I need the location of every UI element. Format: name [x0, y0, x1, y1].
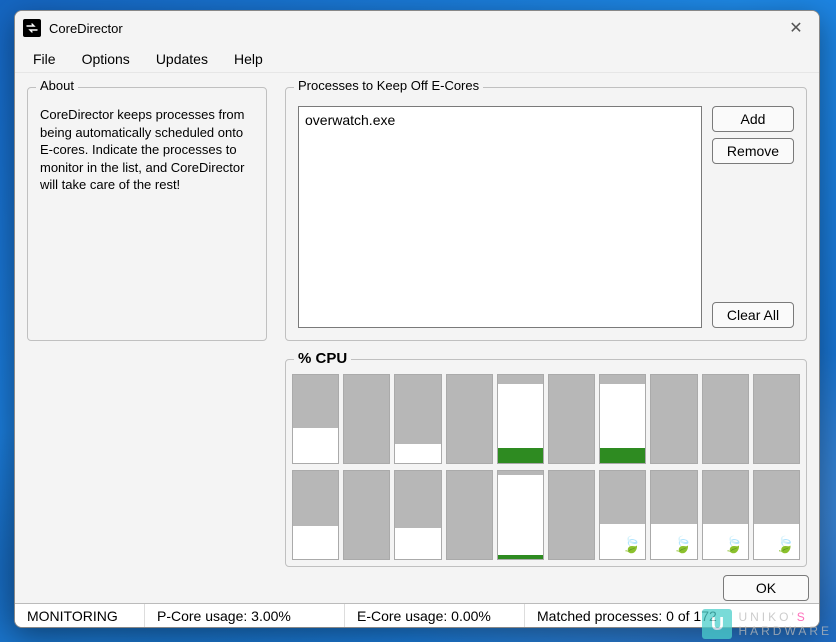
menu-updates[interactable]: Updates [144, 47, 220, 71]
core-cell-ecore: 🍃 [599, 470, 646, 560]
clear-all-button[interactable]: Clear All [712, 302, 794, 328]
core-cell-pcore [650, 374, 697, 464]
close-button[interactable]: ✕ [773, 11, 819, 45]
core-cell-ecore: 🍃 [753, 470, 800, 560]
ok-button[interactable]: OK [723, 575, 809, 601]
add-button[interactable]: Add [712, 106, 794, 132]
status-ecore: E-Core usage: 0.00% [345, 604, 525, 627]
core-cell-pcore [394, 470, 441, 560]
core-cell-pcore [343, 374, 390, 464]
core-cell-pcore [702, 374, 749, 464]
core-cell-pcore [497, 470, 544, 560]
core-cell-pcore [599, 374, 646, 464]
cpu-row [292, 374, 800, 464]
core-cell-pcore [497, 374, 544, 464]
window-title: CoreDirector [49, 21, 123, 36]
statusbar: MONITORING P-Core usage: 3.00% E-Core us… [15, 603, 819, 627]
core-cell-pcore [548, 470, 595, 560]
core-cell-pcore [292, 470, 339, 560]
core-cell-pcore [446, 470, 493, 560]
status-mode: MONITORING [15, 604, 145, 627]
status-matched: Matched processes: 0 of 172 [525, 604, 819, 627]
titlebar: CoreDirector ✕ [15, 11, 819, 45]
cpu-row: 🍃🍃🍃🍃 [292, 470, 800, 560]
cpu-group: % CPU 🍃🍃🍃🍃 [285, 359, 807, 567]
client-area: About CoreDirector keeps processes from … [15, 73, 819, 573]
menubar: File Options Updates Help [15, 45, 819, 73]
menu-options[interactable]: Options [70, 47, 142, 71]
status-pcore: P-Core usage: 3.00% [145, 604, 345, 627]
core-cell-ecore: 🍃 [702, 470, 749, 560]
about-legend: About [36, 78, 78, 93]
core-cell-ecore: 🍃 [650, 470, 697, 560]
menu-help[interactable]: Help [222, 47, 275, 71]
core-cell-pcore [343, 470, 390, 560]
core-cell-pcore [292, 374, 339, 464]
cpu-legend: % CPU [294, 350, 351, 367]
processes-buttons: Add Remove Clear All [712, 106, 794, 328]
processes-legend: Processes to Keep Off E-Cores [294, 78, 483, 93]
core-cell-pcore [548, 374, 595, 464]
core-cell-pcore [446, 374, 493, 464]
cpu-grid: 🍃🍃🍃🍃 [292, 370, 800, 560]
app-icon [23, 19, 41, 37]
app-window: CoreDirector ✕ File Options Updates Help… [14, 10, 820, 628]
right-column: Processes to Keep Off E-Cores overwatch.… [285, 87, 807, 567]
processes-listbox[interactable]: overwatch.exe [298, 106, 702, 328]
core-cell-pcore [394, 374, 441, 464]
about-group: About CoreDirector keeps processes from … [27, 87, 267, 341]
menu-file[interactable]: File [21, 47, 68, 71]
processes-group: Processes to Keep Off E-Cores overwatch.… [285, 87, 807, 341]
remove-button[interactable]: Remove [712, 138, 794, 164]
about-text: CoreDirector keeps processes from being … [40, 106, 254, 194]
list-item[interactable]: overwatch.exe [305, 111, 695, 129]
core-cell-pcore [753, 374, 800, 464]
